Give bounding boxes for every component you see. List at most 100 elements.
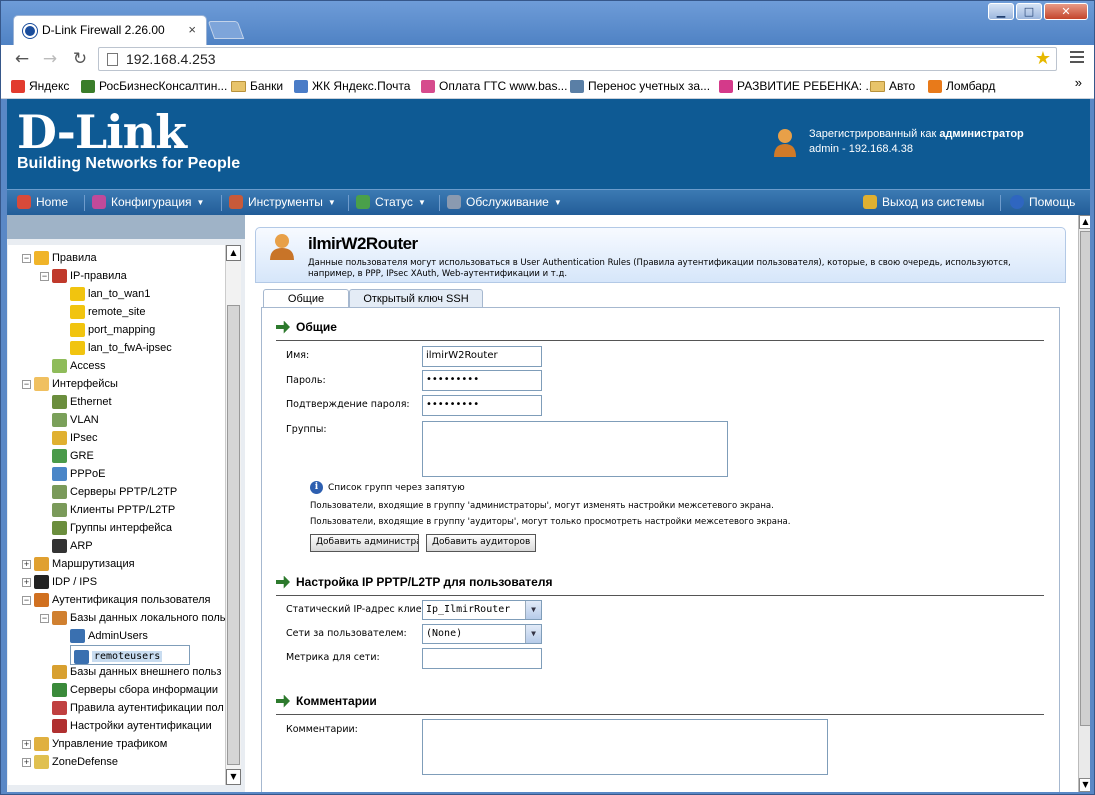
menu-help[interactable]: Помощь: [1010, 195, 1075, 209]
bookmark-item[interactable]: РАЗВИТИЕ РЕБЕНКА: ...: [719, 79, 875, 93]
tab-close-icon[interactable]: ×: [188, 22, 196, 37]
tree-item[interactable]: Настройки аутентификации: [52, 717, 212, 735]
comments-textarea[interactable]: [422, 719, 828, 775]
address-bar[interactable]: 192.168.4.253 ★: [98, 47, 1057, 71]
bookmark-item[interactable]: ЖК Яндекс.Почта: [294, 79, 410, 93]
browser-tab-dlink[interactable]: D-Link Firewall 2.26.00 ×: [13, 15, 207, 45]
menu-status[interactable]: Статус ▼: [356, 195, 426, 209]
expand-icon[interactable]: +: [22, 757, 31, 767]
tree-item[interactable]: VLAN: [52, 411, 99, 429]
tree-item[interactable]: − Правила: [22, 249, 97, 267]
password-field[interactable]: •••••••••: [422, 370, 542, 391]
menu-configuration[interactable]: Конфигурация ▼: [92, 195, 204, 209]
minimize-button[interactable]: ▁: [988, 3, 1014, 20]
navigation-tree: − Правила − IP-правила lan_to_wan1 remote_sit…: [8, 245, 226, 785]
tree-item[interactable]: GRE: [52, 447, 94, 465]
tree-node-icon: [52, 611, 67, 625]
bookmark-item[interactable]: Авто: [870, 79, 915, 93]
menu-logout[interactable]: Выход из системы: [863, 195, 984, 209]
navigation-pane-header: [7, 215, 245, 239]
tree-item[interactable]: Серверы сбора информации: [52, 681, 218, 699]
tree-scroll-down-icon[interactable]: ▼: [226, 769, 241, 785]
metric-field[interactable]: [422, 648, 542, 669]
maximize-button[interactable]: □: [1016, 3, 1042, 20]
groups-textarea[interactable]: [422, 421, 728, 477]
name-label: Имя:: [286, 350, 310, 361]
close-window-button[interactable]: ✕: [1044, 3, 1088, 20]
bookmark-item[interactable]: Оплата ГТС www.bas...: [421, 79, 567, 93]
add-auditors-button[interactable]: Добавить аудиторов: [426, 534, 536, 552]
info-icon: i: [310, 481, 323, 494]
tree-item[interactable]: Серверы PPTP/L2TP: [52, 483, 177, 501]
bookmarks-overflow-chevron-icon[interactable]: »: [1075, 75, 1082, 90]
main-scroll-thumb[interactable]: [1080, 231, 1090, 726]
tree-item[interactable]: PPPoE: [52, 465, 105, 483]
tree-item[interactable]: Базы данных внешнего польз: [52, 663, 221, 681]
menu-maintenance[interactable]: Обслуживание ▼: [447, 195, 562, 209]
collapse-icon[interactable]: −: [22, 379, 31, 389]
tree-item-label: Базы данных локального польз: [70, 612, 226, 624]
confirm-password-field[interactable]: •••••••••: [422, 395, 542, 416]
bookmark-item[interactable]: Банки: [231, 79, 283, 93]
tree-scroll-thumb[interactable]: [227, 305, 240, 765]
rbc-icon: [81, 79, 95, 93]
collapse-icon[interactable]: −: [22, 253, 31, 263]
tab-ssh-key[interactable]: Открытый ключ SSH: [349, 289, 483, 309]
bookmark-item[interactable]: РосБизнесКонсалтин...: [81, 79, 227, 93]
expand-icon[interactable]: +: [22, 739, 31, 749]
tree-item[interactable]: + Управление трафиком: [22, 735, 167, 753]
browser-window: D-Link Firewall 2.26.00 × ▁ □ ✕ ← → ↻ 19…: [0, 0, 1095, 795]
chevron-down-icon[interactable]: ▼: [525, 625, 541, 643]
tree-item-label: PPPoE: [70, 468, 106, 480]
bookmark-star-icon[interactable]: ★: [1035, 48, 1051, 69]
main-scroll-down-icon[interactable]: ▼: [1079, 778, 1090, 792]
collapse-icon[interactable]: −: [22, 595, 31, 605]
tree-item[interactable]: lan_to_wan1: [70, 285, 150, 303]
reload-icon[interactable]: ↻: [69, 49, 91, 69]
tree-item[interactable]: + IDP / IPS: [22, 573, 97, 591]
bookmark-label: Авто: [889, 79, 916, 93]
menu-tools[interactable]: Инструменты ▼: [229, 195, 336, 209]
tree-item[interactable]: Ethernet: [52, 393, 112, 411]
back-arrow-icon[interactable]: ←: [11, 49, 33, 69]
main-scrollbar[interactable]: ▲ ▼: [1078, 215, 1090, 792]
add-admins-button[interactable]: Добавить администраторы: [310, 534, 419, 552]
menu-home[interactable]: Home: [17, 195, 68, 209]
user-role-prefix: Зарегистрированный как: [809, 128, 940, 140]
expand-icon[interactable]: +: [22, 577, 31, 587]
collapse-icon[interactable]: −: [40, 271, 49, 281]
tree-node-icon: [52, 431, 67, 445]
new-tab-button[interactable]: [207, 21, 245, 39]
forward-arrow-icon[interactable]: →: [39, 49, 61, 69]
name-field[interactable]: ilmirW2Router: [422, 346, 542, 367]
tree-item[interactable]: − Базы данных локального польз: [40, 609, 226, 627]
static-ip-select[interactable]: Ip_IlmirRouter ▼: [422, 600, 542, 620]
tree-item[interactable]: AdminUsers: [70, 627, 148, 645]
tree-item[interactable]: + ZoneDefense: [22, 753, 118, 771]
tree-item[interactable]: − IP-правила: [40, 267, 127, 285]
tree-item[interactable]: Access: [52, 357, 105, 375]
tree-item[interactable]: Правила аутентификации пол: [52, 699, 224, 717]
bookmark-item[interactable]: Перенос учетных за...: [570, 79, 710, 93]
tree-item[interactable]: Группы интерфейса: [52, 519, 172, 537]
tree-item[interactable]: ARP: [52, 537, 93, 555]
browser-menu-icon[interactable]: [1070, 51, 1084, 66]
bookmark-item[interactable]: Ломбард: [928, 79, 995, 93]
tree-item[interactable]: lan_to_fwA-ipsec: [70, 339, 172, 357]
tree-scrollbar[interactable]: ▲ ▼: [225, 245, 241, 785]
tree-item[interactable]: IPsec: [52, 429, 98, 447]
main-scroll-up-icon[interactable]: ▲: [1079, 215, 1090, 229]
tree-item[interactable]: remote_site: [70, 303, 145, 321]
tree-item[interactable]: − Аутентификация пользователя: [22, 591, 211, 609]
tree-item[interactable]: remoteusers: [70, 645, 190, 665]
tree-item[interactable]: + Маршрутизация: [22, 555, 135, 573]
tree-item[interactable]: Клиенты PPTP/L2TP: [52, 501, 175, 519]
bookmark-item[interactable]: Яндекс: [11, 79, 69, 93]
collapse-icon[interactable]: −: [40, 613, 49, 623]
chevron-down-icon[interactable]: ▼: [525, 601, 541, 619]
networks-select[interactable]: (None) ▼: [422, 624, 542, 644]
expand-icon[interactable]: +: [22, 559, 31, 569]
tree-item[interactable]: port_mapping: [70, 321, 155, 339]
tree-item[interactable]: − Интерфейсы: [22, 375, 118, 393]
tree-scroll-up-icon[interactable]: ▲: [226, 245, 241, 261]
